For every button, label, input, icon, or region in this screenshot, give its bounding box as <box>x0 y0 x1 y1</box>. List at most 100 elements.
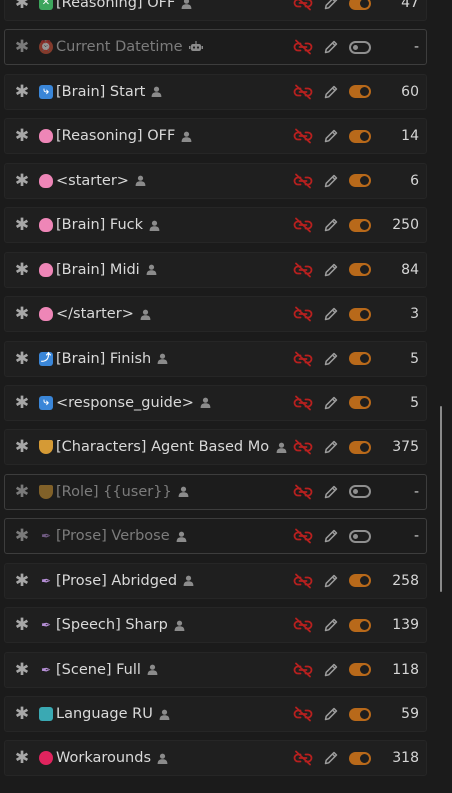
edit-pencil-icon[interactable] <box>323 351 339 367</box>
edit-pencil-icon[interactable] <box>323 617 339 633</box>
enable-toggle[interactable] <box>349 707 371 721</box>
prompt-row[interactable]: ✱ ✕ [Reasoning] OFF 47 <box>4 0 427 21</box>
edit-pencil-icon[interactable] <box>323 662 339 678</box>
prompt-row[interactable]: ✱ [Brain] Midi 84 <box>4 251 427 288</box>
unlink-icon[interactable] <box>293 484 313 500</box>
prompt-row[interactable]: ✱ </starter> 3 <box>4 296 427 333</box>
drag-handle-icon[interactable]: ✱ <box>5 704 39 724</box>
enable-toggle[interactable] <box>349 85 371 99</box>
prompt-row[interactable]: ✱ [Characters] Agent Based Model 375 <box>4 429 427 466</box>
prompt-name: [Scene] Full <box>56 661 141 678</box>
unlink-icon[interactable] <box>293 128 313 144</box>
enable-toggle[interactable] <box>349 40 371 54</box>
unlink-icon[interactable] <box>293 662 313 678</box>
drag-handle-icon[interactable]: ✱ <box>5 82 39 102</box>
drag-handle-icon[interactable]: ✱ <box>5 526 39 546</box>
drag-handle-icon[interactable]: ✱ <box>5 482 39 502</box>
world-map-icon <box>39 707 53 721</box>
unlink-icon[interactable] <box>293 306 313 322</box>
edit-pencil-icon[interactable] <box>323 750 339 766</box>
unlink-icon[interactable] <box>293 617 313 633</box>
unlink-icon[interactable] <box>293 439 313 455</box>
drag-handle-icon[interactable]: ✱ <box>5 748 39 768</box>
drag-handle-icon[interactable]: ✱ <box>5 615 39 635</box>
edit-pencil-icon[interactable] <box>323 395 339 411</box>
enable-toggle[interactable] <box>349 529 371 543</box>
prompt-row[interactable]: ✱ ⤴ [Brain] Finish 5 <box>4 340 427 377</box>
unlink-icon[interactable] <box>293 0 313 11</box>
drag-handle-icon[interactable]: ✱ <box>5 437 39 457</box>
user-icon <box>183 575 194 587</box>
enable-toggle[interactable] <box>349 174 371 188</box>
unlink-icon[interactable] <box>293 573 313 589</box>
prompt-row[interactable]: ✱ Workarounds 318 <box>4 740 427 777</box>
enable-toggle[interactable] <box>349 352 371 365</box>
drag-handle-icon[interactable]: ✱ <box>5 215 39 235</box>
drag-handle-icon[interactable]: ✱ <box>5 660 39 680</box>
theater-masks-icon <box>39 440 53 455</box>
enable-toggle[interactable] <box>349 307 371 321</box>
edit-pencil-icon[interactable] <box>323 128 339 144</box>
unlink-icon[interactable] <box>293 217 313 233</box>
enable-toggle[interactable] <box>349 263 371 277</box>
unlink-icon[interactable] <box>293 84 313 100</box>
enable-toggle[interactable] <box>349 218 371 232</box>
prompt-label: <starter> <box>39 173 287 189</box>
drag-handle-icon[interactable]: ✱ <box>5 393 39 413</box>
prompt-row[interactable]: ✱ ✒ [Speech] Sharp 139 <box>4 607 427 644</box>
prompt-row[interactable]: ✱ [Brain] Fuck 250 <box>4 207 427 244</box>
enable-toggle[interactable] <box>349 618 371 632</box>
enable-toggle[interactable] <box>349 396 371 410</box>
prompt-row[interactable]: ✱ [Role] {{user}} - <box>4 473 427 510</box>
user-icon <box>157 753 168 764</box>
unlink-icon[interactable] <box>293 262 313 278</box>
unlink-icon[interactable] <box>293 750 313 766</box>
edit-pencil-icon[interactable] <box>323 0 339 11</box>
prompt-row[interactable]: ✱ ⤷ [Brain] Start 60 <box>4 73 427 110</box>
unlink-icon[interactable] <box>293 173 313 189</box>
prompt-name: <starter> <box>56 172 129 189</box>
prompt-row[interactable]: ✱ ⏰ Current Datetime - <box>4 29 427 66</box>
prompt-row[interactable]: ✱ ✒ [Scene] Full 118 <box>4 651 427 688</box>
drag-handle-icon[interactable]: ✱ <box>5 349 39 369</box>
unlink-icon[interactable] <box>293 351 313 367</box>
prompt-row[interactable]: ✱ [Reasoning] OFF 14 <box>4 118 427 155</box>
edit-pencil-icon[interactable] <box>323 528 339 544</box>
enable-toggle[interactable] <box>349 574 371 588</box>
prompt-label: ✒ [Prose] Verbose <box>39 528 287 544</box>
enable-toggle[interactable] <box>349 129 371 143</box>
unlink-icon[interactable] <box>293 528 313 544</box>
edit-pencil-icon[interactable] <box>323 84 339 100</box>
drag-handle-icon[interactable]: ✱ <box>5 126 39 146</box>
prompt-row[interactable]: ✱ Language RU 59 <box>4 696 427 732</box>
edit-pencil-icon[interactable] <box>323 484 339 500</box>
scrollbar-thumb[interactable] <box>440 406 442 592</box>
prompt-row[interactable]: ✱ ✒ [Prose] Verbose - <box>4 518 427 555</box>
edit-pencil-icon[interactable] <box>323 262 339 278</box>
enable-toggle[interactable] <box>349 440 371 454</box>
prompt-row[interactable]: ✱ ✒ [Prose] Abridged 258 <box>4 562 427 599</box>
unlink-icon[interactable] <box>293 706 313 722</box>
prompt-row[interactable]: ✱ ⤷ <response_guide> 5 <box>4 384 427 421</box>
drag-handle-icon[interactable]: ✱ <box>5 260 39 280</box>
edit-pencil-icon[interactable] <box>323 706 339 722</box>
enable-toggle[interactable] <box>349 485 371 499</box>
edit-pencil-icon[interactable] <box>323 173 339 189</box>
edit-pencil-icon[interactable] <box>323 439 339 455</box>
prompt-row[interactable]: ✱ <starter> 6 <box>4 162 427 199</box>
unlink-icon[interactable] <box>293 395 313 411</box>
drag-handle-icon[interactable]: ✱ <box>5 571 39 591</box>
scrollbar-track[interactable] <box>440 0 443 793</box>
edit-pencil-icon[interactable] <box>323 39 339 55</box>
drag-handle-icon[interactable]: ✱ <box>5 304 39 324</box>
drag-handle-icon[interactable]: ✱ <box>5 37 39 57</box>
drag-handle-icon[interactable]: ✱ <box>5 171 39 191</box>
edit-pencil-icon[interactable] <box>323 306 339 322</box>
enable-toggle[interactable] <box>349 751 371 765</box>
edit-pencil-icon[interactable] <box>323 217 339 233</box>
enable-toggle[interactable] <box>349 663 371 677</box>
unlink-icon[interactable] <box>293 39 313 55</box>
edit-pencil-icon[interactable] <box>323 573 339 589</box>
drag-handle-icon[interactable]: ✱ <box>5 0 39 13</box>
enable-toggle[interactable] <box>349 0 371 10</box>
